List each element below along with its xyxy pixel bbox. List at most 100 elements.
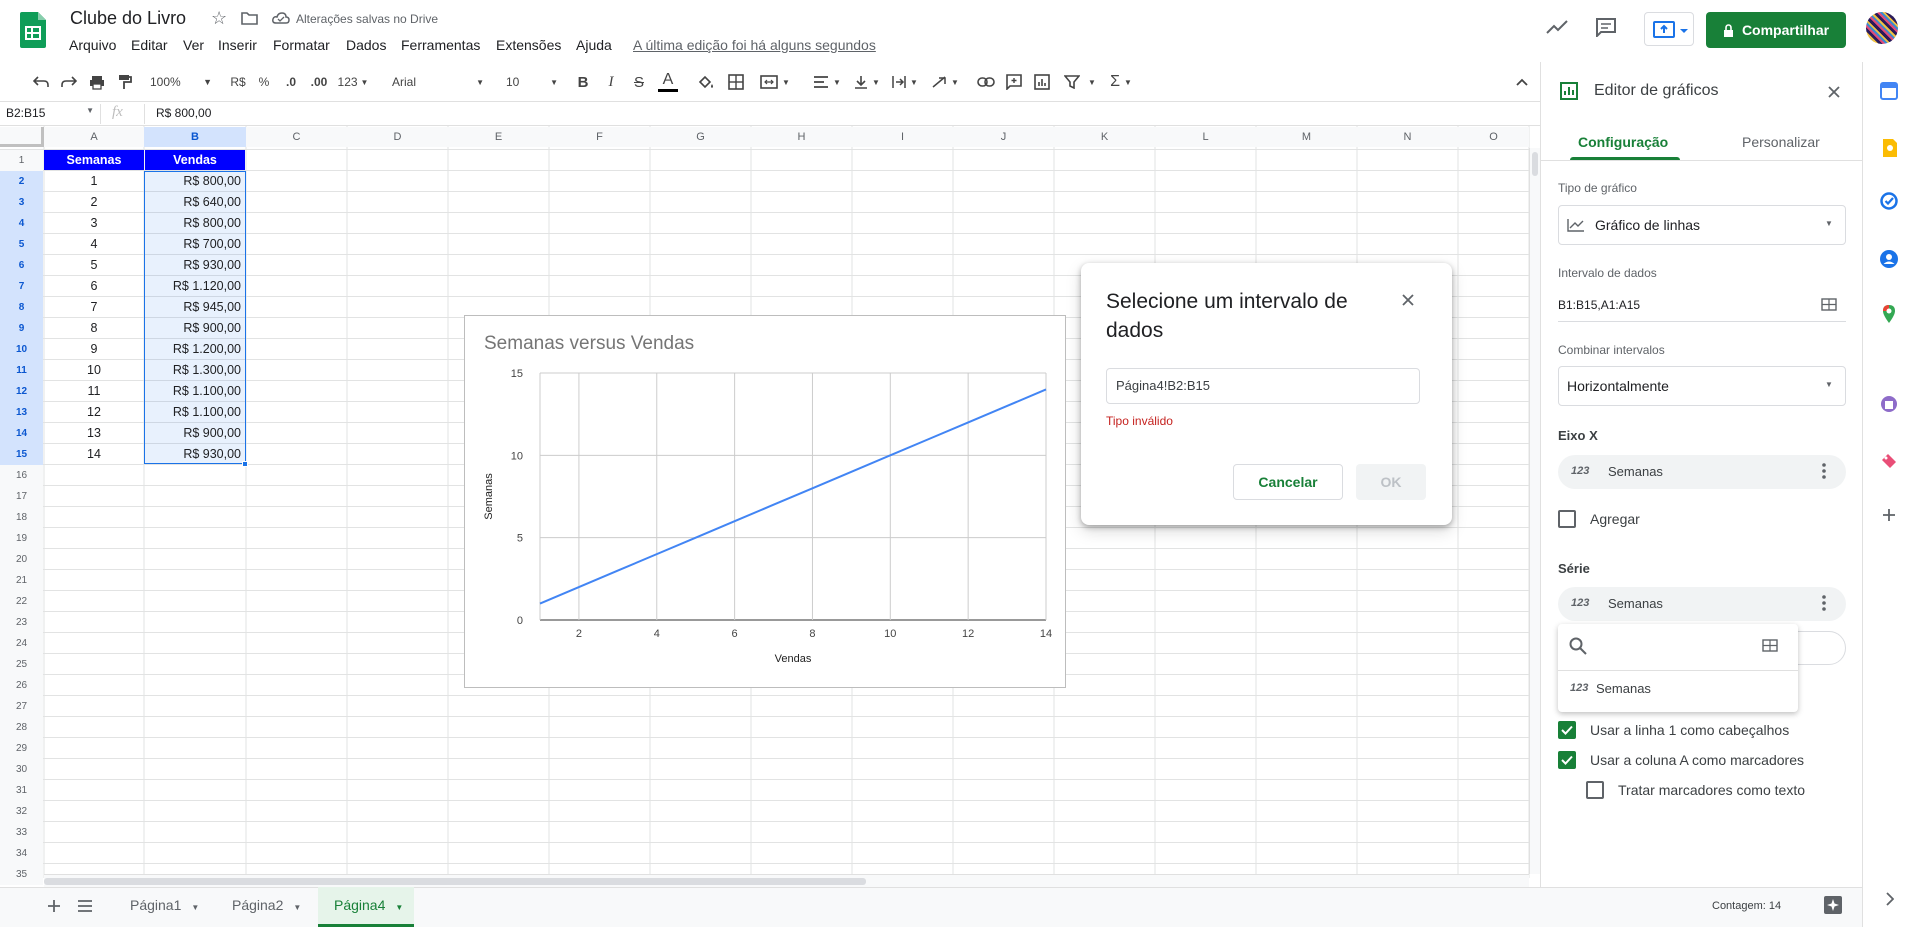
insert-chart-icon[interactable] — [1032, 72, 1052, 92]
redo-icon[interactable] — [60, 72, 78, 92]
cell-week[interactable]: 6 — [44, 276, 144, 297]
column-header-i[interactable]: I — [852, 127, 953, 147]
menu-arquivo[interactable]: Arquivo — [69, 37, 116, 53]
add-sheet-icon[interactable] — [48, 900, 60, 912]
present-button[interactable] — [1644, 12, 1694, 46]
row-header-35[interactable]: 35 — [0, 864, 43, 885]
row-header-13[interactable]: 13 — [0, 402, 43, 423]
column-header-k[interactable]: K — [1054, 127, 1155, 147]
row-header-20[interactable]: 20 — [0, 549, 43, 570]
cloud-saved-icon[interactable] — [272, 12, 290, 24]
column-header-l[interactable]: L — [1155, 127, 1256, 147]
header-cell-vendas[interactable]: Vendas — [145, 150, 245, 170]
row-header-23[interactable]: 23 — [0, 612, 43, 633]
embedded-chart[interactable]: Semanas versus Vendas 0 5 10 15 2 4 6 8 10 12 14 Ve… — [464, 315, 1066, 688]
row-header-4[interactable]: 4 — [0, 213, 43, 234]
fill-color-icon[interactable] — [696, 72, 716, 92]
strikethrough-button[interactable]: S — [630, 72, 648, 92]
column-header-c[interactable]: C — [246, 127, 347, 147]
x-axis-chip[interactable]: 123 Semanas — [1558, 455, 1846, 489]
column-header-b[interactable]: B — [144, 127, 246, 147]
cell-week[interactable]: 3 — [44, 213, 144, 234]
row-header-31[interactable]: 31 — [0, 780, 43, 801]
cell-sales[interactable]: R$ 800,00 — [145, 171, 241, 192]
row-header-11[interactable]: 11 — [0, 360, 43, 381]
row-header-15[interactable]: 15 — [0, 444, 43, 465]
selection-count[interactable]: Contagem: 14 — [1712, 900, 1781, 912]
column-header-e[interactable]: E — [448, 127, 549, 147]
cell-sales[interactable]: R$ 945,00 — [145, 297, 241, 318]
row-header-2[interactable]: 2 — [0, 171, 43, 192]
row-header-32[interactable]: 32 — [0, 801, 43, 822]
column-header-n[interactable]: N — [1357, 127, 1458, 147]
close-icon[interactable] — [1828, 86, 1840, 98]
row-header-10[interactable]: 10 — [0, 339, 43, 360]
cell-week[interactable]: 14 — [44, 444, 144, 465]
row-header-14[interactable]: 14 — [0, 423, 43, 444]
use-row1-checkbox[interactable] — [1558, 721, 1576, 739]
row-header-26[interactable]: 26 — [0, 675, 43, 696]
cell-week[interactable]: 2 — [44, 192, 144, 213]
cell-sales[interactable]: R$ 1.200,00 — [145, 339, 241, 360]
sheet-tab-página2[interactable]: Página2 ▼ — [216, 887, 312, 927]
scrollbar-thumb[interactable] — [1532, 152, 1538, 176]
tasks-icon[interactable] — [1880, 192, 1898, 210]
expand-panel-icon[interactable] — [1886, 892, 1894, 906]
cell-sales[interactable]: R$ 1.100,00 — [145, 402, 241, 423]
undo-icon[interactable] — [32, 72, 50, 92]
row-header-28[interactable]: 28 — [0, 717, 43, 738]
use-colA-checkbox[interactable] — [1558, 751, 1576, 769]
menu-editar[interactable]: Editar — [131, 37, 168, 53]
trending-icon[interactable] — [1546, 20, 1568, 34]
cell-week[interactable]: 1 — [44, 171, 144, 192]
row-header-25[interactable]: 25 — [0, 654, 43, 675]
menu-formatar[interactable]: Formatar — [273, 37, 330, 53]
scrollbar-thumb[interactable] — [44, 878, 866, 885]
row-header-16[interactable]: 16 — [0, 465, 43, 486]
font-size-select[interactable]: 10 ▼ — [506, 72, 558, 92]
cell-sales[interactable]: R$ 930,00 — [145, 444, 241, 465]
align-vertical-icon[interactable]: ▼ — [852, 72, 882, 92]
series-chip[interactable]: 123 Semanas — [1558, 587, 1846, 621]
cell-sales[interactable]: R$ 1.300,00 — [145, 360, 241, 381]
sheet-tab-página1[interactable]: Página1 ▼ — [114, 887, 210, 927]
addon-icon[interactable] — [1880, 452, 1898, 470]
menu-extensões[interactable]: Extensões — [496, 37, 561, 53]
name-box[interactable]: B2:B15 ▼ — [6, 106, 94, 120]
row-header-9[interactable]: 9 — [0, 318, 43, 339]
cell-sales[interactable]: R$ 640,00 — [145, 192, 241, 213]
menu-ajuda[interactable]: Ajuda — [576, 37, 612, 53]
row-header-7[interactable]: 7 — [0, 276, 43, 297]
data-range-value[interactable]: B1:B15,A1:A15 — [1558, 298, 1640, 312]
cell-sales[interactable]: R$ 900,00 — [145, 423, 241, 444]
row-header-6[interactable]: 6 — [0, 255, 43, 276]
cell-week[interactable]: 10 — [44, 360, 144, 381]
select-range-icon[interactable] — [1762, 639, 1778, 652]
menu-ver[interactable]: Ver — [183, 37, 204, 53]
maps-icon[interactable] — [1882, 304, 1896, 324]
italic-button[interactable]: I — [602, 72, 620, 92]
explore-icon[interactable] — [1824, 896, 1842, 914]
more-vert-icon[interactable] — [1822, 463, 1826, 479]
increase-decimal-button[interactable]: .00 — [306, 72, 332, 92]
addon-icon[interactable] — [1880, 395, 1898, 413]
row-header-5[interactable]: 5 — [0, 234, 43, 255]
currency-format-button[interactable]: R$ — [228, 72, 248, 92]
move-folder-icon[interactable] — [241, 11, 258, 25]
functions-button[interactable]: Σ ▼ — [1106, 72, 1136, 92]
selection-fill-handle[interactable] — [242, 461, 248, 467]
cell-sales[interactable]: R$ 1.120,00 — [145, 276, 241, 297]
cell-sales[interactable]: R$ 900,00 — [145, 318, 241, 339]
menu-ferramentas[interactable]: Ferramentas — [401, 37, 480, 53]
row-header-33[interactable]: 33 — [0, 822, 43, 843]
select-all-corner[interactable] — [0, 127, 44, 147]
column-header-f[interactable]: F — [549, 127, 650, 147]
font-select[interactable]: Arial ▼ — [392, 72, 484, 92]
cell-week[interactable]: 8 — [44, 318, 144, 339]
text-wrap-icon[interactable]: ▼ — [890, 72, 920, 92]
more-formats-button[interactable]: 123 ▼ — [336, 72, 370, 92]
cell-sales[interactable]: R$ 1.100,00 — [145, 381, 241, 402]
borders-icon[interactable] — [726, 72, 746, 92]
horizontal-scrollbar[interactable] — [44, 874, 1529, 887]
calendar-icon[interactable] — [1880, 82, 1898, 100]
